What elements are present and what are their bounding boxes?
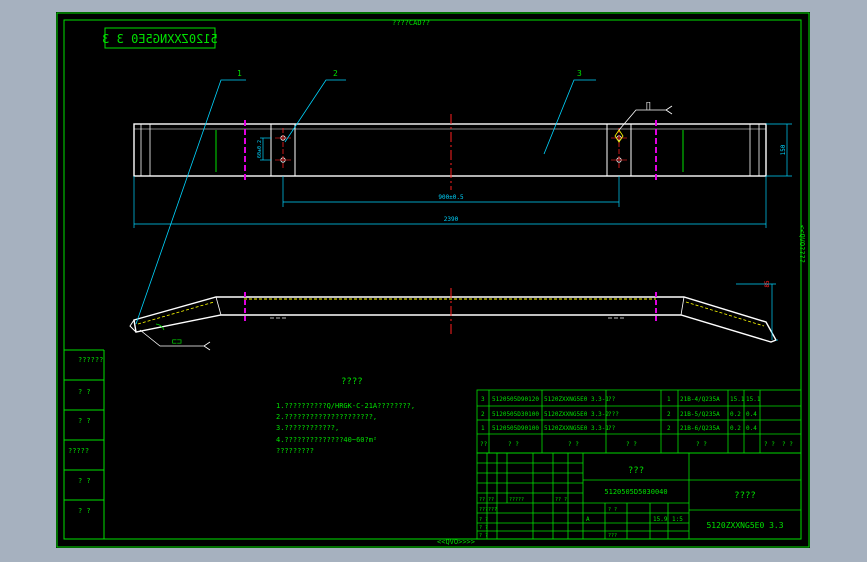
bom-header-3: ? ?	[568, 441, 579, 448]
title-small-8: ? ?	[608, 507, 617, 513]
bom-row3-w2: 0.4	[746, 425, 757, 432]
bom-row1-no: 3	[481, 396, 485, 403]
note-1: 1.??????????Q/HRGK-C-21A????????,	[276, 402, 415, 410]
bom-row2-no: 2	[481, 411, 485, 418]
title-small-7: ? ?	[479, 533, 488, 539]
bom-row1-w2: 15.1	[746, 396, 761, 403]
title-small-1: ?? ??	[479, 497, 494, 503]
title-weight: 15.9	[653, 516, 668, 523]
bom-header-4: ? ?	[626, 441, 637, 448]
bom-row3-desc: ??	[608, 425, 616, 432]
bom-header-5: ? ?	[696, 441, 707, 448]
title-company: ???	[628, 466, 644, 476]
title-small-4: ??????	[479, 507, 497, 513]
left-cell-3: ? ?	[78, 417, 91, 425]
dim-hole-vertical: 60±0.2	[257, 140, 263, 158]
bom-header-6: ? ?	[764, 441, 775, 448]
balloon-3: 3	[577, 69, 582, 78]
side-view	[129, 288, 777, 343]
left-cell-5: ? ?	[78, 477, 91, 485]
note-2: 2.?????????????????????,	[276, 413, 377, 421]
title-part-name: ????	[734, 491, 756, 501]
bom-row2-desc: ???	[608, 411, 619, 418]
title-scale: 1:5	[672, 516, 683, 523]
outer-frame	[56, 12, 810, 548]
bom-row2-material: 21B-5/Q235A	[680, 411, 720, 418]
bom-row2-w2: 0.4	[746, 411, 757, 418]
bom-row2-name: 5120ZXXNG5E0 3.3-2	[544, 411, 609, 418]
right-frame-label: <<QVO????	[798, 225, 806, 263]
bom-row2-w1: 0.2	[730, 411, 741, 418]
dim-total-length: 2390	[444, 216, 459, 223]
top-view	[133, 114, 767, 190]
notes-title: ????	[341, 377, 363, 387]
title-small-3: ?? ?	[555, 497, 567, 503]
drawing-sheet: ????CAD?? <<QVO>>>> <<QVO???? 5120ZXXNG5…	[56, 12, 810, 548]
bom-row1-material: 21B-4/Q235A	[680, 396, 720, 403]
top-frame-label: ????CAD??	[392, 19, 430, 27]
side-view-dims	[736, 283, 778, 341]
bom-row1-code: 5120505D90120	[492, 396, 539, 403]
title-small-5: ? ?	[479, 517, 488, 523]
title-small-9: ???	[608, 533, 617, 539]
weld-mark-side: ⊏⊐	[172, 337, 182, 346]
bom-row3-material: 21B-6/Q235A	[680, 425, 720, 432]
bom-row1-w1: 15.1	[730, 396, 745, 403]
bom-row3-w1: 0.2	[730, 425, 741, 432]
bom-header-2: ? ?	[508, 441, 519, 448]
bom-header-7: ? ?	[782, 441, 793, 448]
left-cell-6: ? ?	[78, 507, 91, 515]
bom-row3-no: 1	[481, 425, 485, 432]
dim-height: 150	[780, 144, 787, 155]
note-4: 4.??????????????40~60?m²	[276, 436, 377, 444]
cad-drawing: ????CAD?? <<QVO>>>> <<QVO???? 5120ZXXNG5…	[56, 12, 810, 548]
bom-row2-code: 5120505D30100	[492, 411, 539, 418]
bom-row1-name: 5120ZXXNG5E0 3.3-1	[544, 396, 609, 403]
bom-row1-qty: 1	[667, 396, 671, 403]
left-cell-1: ??????	[78, 356, 103, 364]
bom-row2-qty: 2	[667, 411, 671, 418]
title-small-6: ? ?	[479, 525, 488, 531]
left-cell-2: ? ?	[78, 388, 91, 396]
inner-frame	[63, 19, 802, 540]
weld-mark-top: ∏	[646, 101, 651, 110]
dim-bend: 85	[764, 280, 771, 288]
bom-row3-code: 5120505D90100	[492, 425, 539, 432]
balloon-1: 1	[237, 69, 242, 78]
note-3: 3.????????????,	[276, 424, 339, 432]
balloon-2: 2	[333, 69, 338, 78]
bom-header-1: ??	[480, 441, 488, 448]
mirrored-drawing-code: 5120ZXXNG5E0 3 3	[102, 32, 218, 46]
bom-row1-desc: ??	[608, 396, 616, 403]
left-cell-4: ?????	[68, 447, 89, 455]
title-drawing-no: 5120ZXXNG5E0 3.3	[706, 521, 783, 530]
dim-hole-spacing: 900±0.5	[438, 194, 464, 201]
bom-row3-name: 5120ZXXNG5E0 3.3-1	[544, 425, 609, 432]
title-small-2: ?????	[509, 497, 524, 503]
bom-row3-qty: 2	[667, 425, 671, 432]
note-5: ?????????	[276, 447, 314, 455]
title-stage: A	[586, 516, 590, 523]
bottom-frame-label: <<QVO>>>>	[437, 538, 475, 546]
title-doc-code: 5120505D5030040	[604, 488, 667, 496]
